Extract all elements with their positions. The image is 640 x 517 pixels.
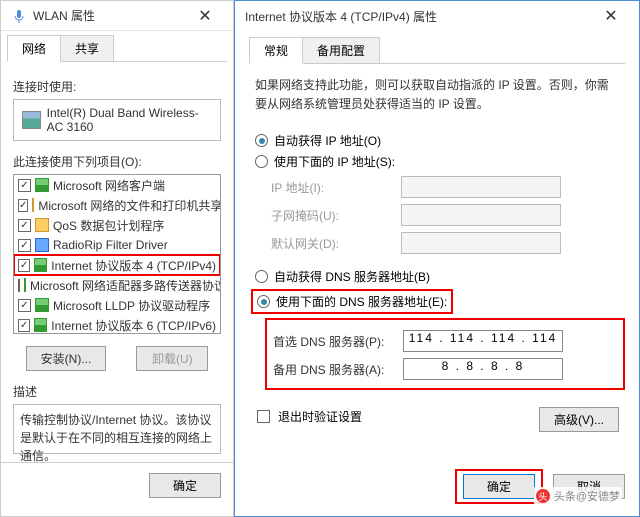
adapter-name: Intel(R) Dual Band Wireless-AC 3160 xyxy=(47,106,212,134)
watermark-logo-icon: 头 xyxy=(536,489,550,503)
list-item[interactable]: RadioRip Filter Driver xyxy=(14,235,220,255)
protocol-icon xyxy=(35,238,49,252)
install-button[interactable]: 安装(N)... xyxy=(26,346,107,371)
dns-fields-highlight: 首选 DNS 服务器(P): 114 . 114 . 114 . 114 备用 … xyxy=(265,318,625,390)
item-checkbox[interactable] xyxy=(18,279,20,292)
list-item[interactable]: Internet 协议版本 4 (TCP/IPv4) xyxy=(14,255,220,275)
alt-dns-label: 备用 DNS 服务器(A): xyxy=(273,361,403,378)
wlan-icon xyxy=(11,8,27,24)
wlan-titlebar: WLAN 属性 ✕ xyxy=(1,1,233,31)
protocol-icon xyxy=(34,258,47,272)
radio-dns-manual-row[interactable]: 使用下面的 DNS 服务器地址(E): xyxy=(257,293,447,310)
tab-general[interactable]: 常规 xyxy=(249,37,303,64)
tab-network[interactable]: 网络 xyxy=(7,35,61,62)
radio-dns-manual-label: 使用下面的 DNS 服务器地址(E): xyxy=(276,293,447,310)
item-label: RadioRip Filter Driver xyxy=(53,238,168,252)
item-checkbox[interactable] xyxy=(18,219,31,232)
item-checkbox[interactable] xyxy=(18,259,30,272)
tab-alternate[interactable]: 备用配置 xyxy=(302,37,380,63)
ipv4-properties-dialog: Internet 协议版本 4 (TCP/IPv4) 属性 ✕ 常规 备用配置 … xyxy=(234,0,640,517)
ipv4-tabs: 常规 备用配置 xyxy=(249,37,625,64)
wlan-ok-button[interactable]: 确定 xyxy=(149,473,221,498)
list-item[interactable]: Internet 协议版本 6 (TCP/IPv6) xyxy=(14,315,220,334)
gateway-label: 默认网关(D): xyxy=(271,235,401,252)
adapter-icon xyxy=(22,111,41,129)
exit-validate-checkbox[interactable] xyxy=(257,410,270,423)
list-item[interactable]: Microsoft 网络的文件和打印机共享 xyxy=(14,195,220,215)
ipv4-titlebar: Internet 协议版本 4 (TCP/IPv4) 属性 ✕ xyxy=(235,1,639,31)
protocol-icon xyxy=(32,198,34,212)
pref-dns-label: 首选 DNS 服务器(P): xyxy=(273,333,403,350)
radio-dns-manual[interactable] xyxy=(257,295,270,308)
ip-address-label: IP 地址(I): xyxy=(271,179,401,196)
item-label: Microsoft LLDP 协议驱动程序 xyxy=(53,297,210,314)
item-label: Microsoft 网络适配器多路传送器协议 xyxy=(30,277,221,294)
close-icon[interactable]: ✕ xyxy=(185,2,225,30)
radio-ip-manual-label: 使用下面的 IP 地址(S): xyxy=(274,153,395,170)
radio-ip-auto-row[interactable]: 自动获得 IP 地址(O) xyxy=(255,132,625,149)
wlan-tabs: 网络 共享 xyxy=(7,35,227,62)
subnet-input xyxy=(401,204,561,226)
ok-button-highlight: 确定 xyxy=(455,469,543,504)
radio-ip-auto-label: 自动获得 IP 地址(O) xyxy=(274,132,381,149)
list-item[interactable]: QoS 数据包计划程序 xyxy=(14,215,220,235)
item-checkbox[interactable] xyxy=(18,319,30,332)
radio-dns-auto-row[interactable]: 自动获得 DNS 服务器地址(B) xyxy=(255,268,625,285)
item-label: Microsoft 网络的文件和打印机共享 xyxy=(38,197,221,214)
ok-button[interactable]: 确定 xyxy=(463,474,535,499)
wlan-properties-dialog: WLAN 属性 ✕ 网络 共享 连接时使用: Intel(R) Dual Ban… xyxy=(0,0,234,517)
pref-dns-input[interactable]: 114 . 114 . 114 . 114 xyxy=(403,330,563,352)
list-item[interactable]: Microsoft 网络适配器多路传送器协议 xyxy=(14,275,220,295)
items-listbox[interactable]: Microsoft 网络客户端 Microsoft 网络的文件和打印机共享 QoS … xyxy=(13,174,221,334)
advanced-button[interactable]: 高级(V)... xyxy=(539,407,619,432)
protocol-icon xyxy=(35,298,49,312)
tab-sharing[interactable]: 共享 xyxy=(60,35,114,61)
protocol-icon xyxy=(35,178,49,192)
wlan-title: WLAN 属性 xyxy=(33,7,95,24)
list-item[interactable]: Microsoft LLDP 协议驱动程序 xyxy=(14,295,220,315)
protocol-icon xyxy=(24,278,26,292)
close-icon[interactable]: ✕ xyxy=(591,2,631,30)
protocol-icon xyxy=(35,218,49,232)
radio-dns-auto[interactable] xyxy=(255,270,268,283)
list-item[interactable]: Microsoft 网络客户端 xyxy=(14,175,220,195)
subnet-label: 子网掩码(U): xyxy=(271,207,401,224)
item-checkbox[interactable] xyxy=(18,299,31,312)
adapter-box: Intel(R) Dual Band Wireless-AC 3160 xyxy=(13,99,221,141)
watermark-text: 头条@安德梦 xyxy=(554,488,620,504)
item-label: Internet 协议版本 6 (TCP/IPv6) xyxy=(51,317,216,334)
exit-validate-label: 退出时验证设置 xyxy=(278,408,362,425)
item-checkbox[interactable] xyxy=(18,179,31,192)
radio-dns-auto-label: 自动获得 DNS 服务器地址(B) xyxy=(274,268,430,285)
item-label: Microsoft 网络客户端 xyxy=(53,177,165,194)
item-label: Internet 协议版本 4 (TCP/IPv4) xyxy=(51,257,216,274)
ip-address-input xyxy=(401,176,561,198)
radio-ip-manual-row[interactable]: 使用下面的 IP 地址(S): xyxy=(255,153,625,170)
description-label: 描述 xyxy=(13,383,221,400)
gateway-input xyxy=(401,232,561,254)
ipv4-title: Internet 协议版本 4 (TCP/IPv4) 属性 xyxy=(245,8,437,25)
radio-ip-manual[interactable] xyxy=(255,155,268,168)
protocol-icon xyxy=(34,318,47,332)
items-label: 此连接使用下列项目(O): xyxy=(13,153,221,170)
description-text: 传输控制协议/Internet 协议。该协议是默认于在不同的相互连接的网络上通信… xyxy=(13,404,221,454)
watermark: 头 头条@安德梦 xyxy=(534,487,622,505)
uninstall-button: 卸载(U) xyxy=(136,346,208,371)
item-checkbox[interactable] xyxy=(18,199,28,212)
item-checkbox[interactable] xyxy=(18,239,31,252)
connect-using-label: 连接时使用: xyxy=(13,78,221,95)
item-label: QoS 数据包计划程序 xyxy=(53,217,164,234)
alt-dns-input[interactable]: 8 . 8 . 8 . 8 xyxy=(403,358,563,380)
radio-ip-auto[interactable] xyxy=(255,134,268,147)
info-text: 如果网络支持此功能，则可以获取自动指派的 IP 设置。否则，你需要从网络系统管理… xyxy=(249,74,625,128)
